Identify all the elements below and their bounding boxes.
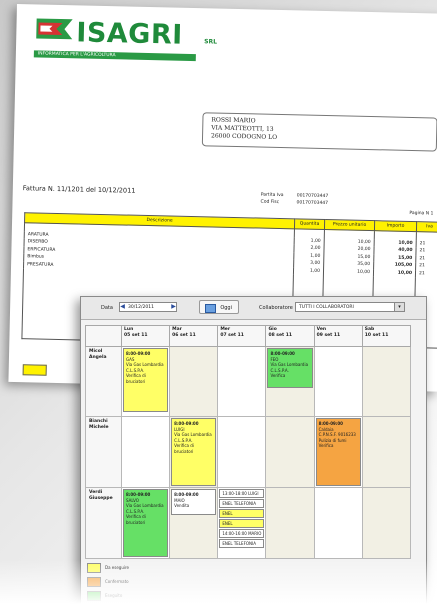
day-cell[interactable] bbox=[169, 346, 219, 417]
day-cell[interactable] bbox=[361, 346, 412, 417]
day-cell[interactable] bbox=[265, 487, 315, 559]
today-button-label: Oggi bbox=[220, 305, 232, 311]
corner-cell bbox=[85, 325, 122, 347]
appointment[interactable]: ENEL TELEFONIA bbox=[219, 539, 265, 548]
column-header: Quantita bbox=[294, 218, 325, 230]
footer-tag bbox=[22, 364, 47, 376]
appointment[interactable]: 8:00-09:00 MAIO Vendita bbox=[171, 489, 217, 515]
day-header: Sab 10 set 11 bbox=[361, 325, 412, 347]
person-name: Micol Angela bbox=[85, 346, 122, 417]
appointment[interactable]: 8:00-09:00 GAS Via Gas Lombardia C.L.S.P… bbox=[123, 348, 169, 412]
today-button[interactable]: Oggi bbox=[199, 300, 239, 314]
day-cell[interactable]: 13:00-18:00 LUIGI ENEL TELEFONIA ENEL EN… bbox=[217, 487, 267, 559]
appointment[interactable]: 8:00-09:00 LUIGI Via Gas Lombardia C.L.S… bbox=[171, 418, 217, 486]
day-cell[interactable] bbox=[217, 416, 267, 488]
person-name: Verdi Giuseppe bbox=[85, 487, 122, 559]
day-cell[interactable] bbox=[361, 487, 412, 559]
day-cell[interactable]: 8:00-09:00 FEO Via Gas Lombardia C.L.S.P… bbox=[265, 346, 315, 417]
schedule-grid: Lun 05 set 11 Mar 06 set 11 Mer 07 set 11 G… bbox=[85, 325, 412, 559]
meta-value: 00170703447 bbox=[296, 200, 329, 207]
company-suffix: SRL bbox=[204, 38, 218, 46]
meta-key: Cod Fisc bbox=[260, 199, 280, 205]
day-header: Gio 08 set 11 bbox=[265, 325, 315, 347]
day-cell[interactable] bbox=[120, 416, 171, 488]
appointment[interactable]: ENEL bbox=[219, 509, 265, 518]
chevron-down-icon: ▾ bbox=[394, 303, 404, 311]
invoice-meta: Partita Iva 00170703447 Cod Fisc 001707034… bbox=[260, 192, 329, 208]
appointment[interactable]: 8:00-09:00 Caldaia C.P.N.S.F. 9016233 Pu… bbox=[315, 418, 361, 486]
day-cell[interactable] bbox=[361, 416, 412, 488]
appointment[interactable]: ENEL bbox=[219, 519, 265, 528]
day-cell[interactable]: 8:00-09:00 GAS Via Gas Lombardia C.L.S.P… bbox=[120, 346, 171, 417]
bottom-fade bbox=[0, 560, 437, 615]
appointment[interactable]: 8:00-09:00 FEO Via Gas Lombardia C.L.S.P… bbox=[267, 348, 313, 388]
appointment[interactable]: 13:00-18:00 LUIGI bbox=[219, 489, 265, 498]
page-number: Pagina N 1 bbox=[409, 210, 434, 217]
background: ISAGRI SRL INFORMATICA PER L'AGRICOLTURA… bbox=[0, 0, 437, 615]
day-cell[interactable] bbox=[313, 487, 363, 559]
flag-icon bbox=[36, 18, 73, 40]
filter-label: Collaboratore bbox=[259, 305, 293, 311]
day-cell[interactable] bbox=[217, 346, 267, 417]
day-cell[interactable]: 8:00-09:00 MAIO Vendita bbox=[169, 487, 219, 559]
day-header: Mer 07 set 11 bbox=[217, 325, 267, 347]
person-name: Bianchi Michele bbox=[85, 416, 122, 488]
company-name: ISAGRI bbox=[76, 17, 184, 51]
day-header: Ven 09 set 11 bbox=[313, 325, 363, 347]
company-logo: ISAGRI SRL INFORMATICA PER L'AGRICOLTURA bbox=[33, 14, 218, 68]
appointment[interactable]: 8:00-09:00 SALVO Via Gas Lombardia C.L.S… bbox=[123, 489, 169, 557]
date-field[interactable]: 30/12/2011 bbox=[119, 302, 177, 312]
appointment[interactable]: 14:00-16:00 MARIO bbox=[219, 529, 265, 538]
invoice-title: Fattura N. 11/1201 del 10/12/2011 bbox=[22, 184, 136, 195]
next-arrow-icon[interactable]: ▶ bbox=[170, 302, 177, 312]
day-cell[interactable]: 8:00-09:00 SALVO Via Gas Lombardia C.L.S… bbox=[120, 487, 171, 559]
day-cell[interactable] bbox=[313, 346, 363, 417]
scheduler-toolbar: Data 30/12/2011 ◀ ▶ Oggi Collaboratore T… bbox=[81, 297, 426, 320]
date-label: Data bbox=[101, 305, 113, 311]
calendar-icon bbox=[205, 304, 216, 313]
collaborator-select-value: TUTTI I COLLABORATORI bbox=[299, 305, 354, 310]
company-tagline: INFORMATICA PER L'AGRICOLTURA bbox=[33, 50, 196, 62]
day-cell[interactable] bbox=[265, 416, 315, 488]
recipient-address: ROSSI MARIO VIA MATTEOTTI, 13 26000 CODO… bbox=[201, 112, 437, 152]
day-header: Lun 05 set 11 bbox=[120, 325, 171, 347]
appointment[interactable]: ENEL TELEFONIA bbox=[219, 499, 265, 508]
prev-arrow-icon[interactable]: ◀ bbox=[119, 302, 126, 312]
column-header: Iva bbox=[416, 221, 437, 233]
day-cell[interactable]: 8:00-09:00 LUIGI Via Gas Lombardia C.L.S… bbox=[169, 416, 219, 488]
day-header: Mar 06 set 11 bbox=[169, 325, 219, 347]
collaborator-select[interactable]: TUTTI I COLLABORATORI ▾ bbox=[295, 302, 405, 312]
day-cell[interactable]: 8:00-09:00 Caldaia C.P.N.S.F. 9016233 Pu… bbox=[313, 416, 363, 488]
